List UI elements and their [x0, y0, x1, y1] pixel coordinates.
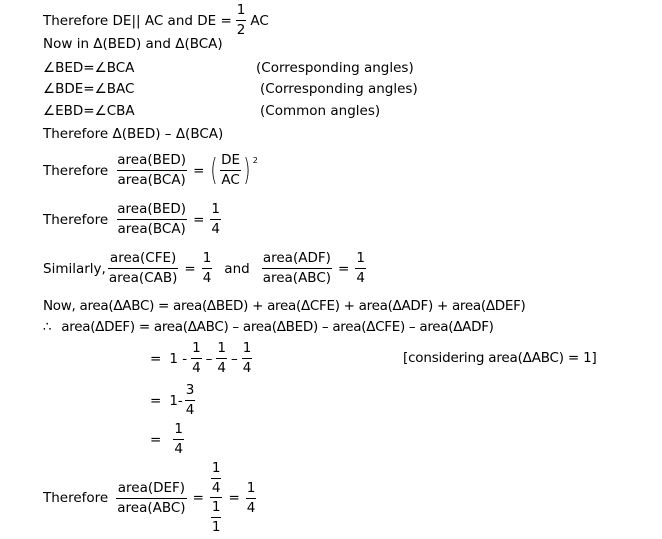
angle-reason-2: (Corresponding angles) — [260, 81, 418, 97]
area-fraction: area(BED) area(BCA) — [116, 201, 187, 237]
angle-equality-2: ∠BDE=∠BAC — [43, 81, 135, 97]
fraction-one-half: 1 2 — [235, 2, 247, 38]
area-def-equation: ∴ area(ΔDEF) = area(ΔABC) – area(ΔBED) –… — [43, 319, 494, 335]
area-fraction-cfe: area(CFE) area(CAB) — [107, 250, 179, 286]
area-sum-equation: Now, area(ΔABC) = area(ΔBED) + area(ΔCFE… — [43, 298, 526, 314]
therefore-symbol: ∴ — [43, 319, 52, 335]
statement-tail: AC — [250, 12, 269, 29]
area-fraction-adf: area(ADF) area(ABC) — [261, 250, 333, 286]
area-ratio-quarter: Therefore area(BED) area(BCA) = 1 4 — [43, 201, 221, 237]
complex-fraction: 1 4 1 1 — [209, 460, 223, 535]
side-ratio-fraction: DE AC — [220, 152, 241, 188]
angle-equality-3: ∠EBD=∠CBA — [43, 103, 135, 119]
area-fraction-def: area(DEF) area(ABC) — [116, 479, 187, 516]
exponent: 2 — [252, 156, 258, 165]
calc-step-2: = 1- 3 4 — [150, 382, 196, 418]
calc-step-1: = 1 - 1 4 – 1 4 – 1 4 — [150, 340, 253, 376]
angle-reason-3: (Common angles) — [260, 103, 381, 119]
consideration-note: [considering area(ΔABC) = 1] — [403, 350, 597, 366]
value-fraction: 1 4 — [210, 201, 221, 237]
similarly-statement: Similarly, area(CFE) area(CAB) = 1 4 and… — [43, 250, 366, 286]
angle-equality-1: ∠BED=∠BCA — [43, 60, 135, 76]
area-ratio-squared: Therefore area(BED) area(BCA) = ( DE AC … — [43, 152, 258, 188]
final-ratio: Therefore area(DEF) area(ABC) = 1 4 1 1 … — [43, 460, 257, 535]
calc-step-3: = 1 4 — [150, 421, 184, 457]
triangles-intro: Now in Δ(BED) and Δ(BCA) — [43, 36, 223, 52]
angle-reason-1: (Corresponding angles) — [256, 60, 414, 76]
area-fraction: area(BED) area(BCA) — [116, 152, 187, 188]
statement-de-parallel-ac: Therefore DE|| AC and DE = 1 2 AC — [43, 2, 269, 39]
similarity-statement: Therefore Δ(BED) – Δ(BCA) — [43, 126, 224, 142]
statement-text: Therefore DE|| AC and DE = — [43, 12, 232, 29]
